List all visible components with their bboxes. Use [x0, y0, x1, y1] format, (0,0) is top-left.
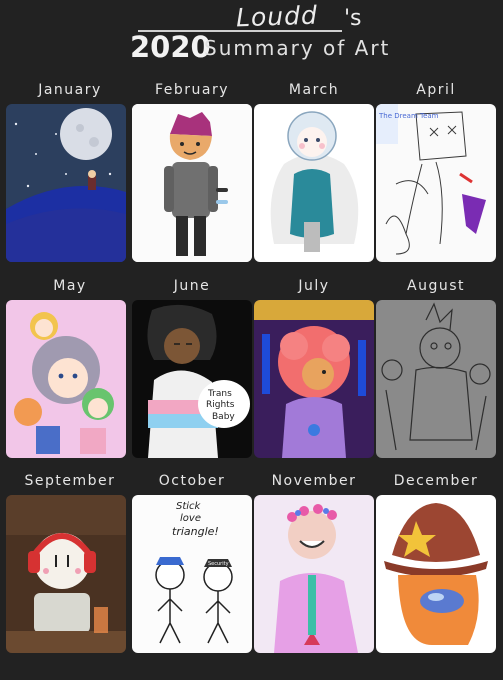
artwork-august	[376, 300, 496, 458]
artwork-february	[132, 104, 252, 262]
artwork-november	[254, 495, 374, 653]
month-label-september: September	[24, 473, 116, 489]
october-title-line3: triangle!	[172, 525, 219, 538]
june-bubble-line2: Rights	[206, 400, 235, 410]
month-label-may: May	[53, 278, 87, 294]
artwork-july	[254, 300, 374, 458]
artist-name: Loudd	[235, 0, 319, 33]
june-bubble-line3: Baby	[212, 412, 235, 422]
month-label-december: December	[393, 473, 479, 489]
month-label-march: March	[288, 82, 340, 98]
june-bubble-line1: Trans	[207, 389, 232, 399]
artwork-may	[6, 300, 126, 458]
month-label-april: April	[416, 82, 456, 98]
month-label-august: August	[407, 278, 465, 294]
october-title-line1: Stick	[176, 501, 202, 512]
october-cap-text: Security	[208, 561, 229, 567]
subtitle: Summary of Art	[204, 36, 391, 60]
artwork-september	[6, 495, 126, 653]
artwork-january	[6, 104, 126, 262]
artwork-march	[254, 104, 374, 262]
month-label-november: November	[271, 473, 357, 489]
artwork-december	[376, 495, 496, 653]
april-sign-text: The Dream Team	[378, 112, 439, 120]
month-label-july: July	[298, 278, 330, 294]
artwork-october: Stick love triangle! Security	[132, 495, 252, 653]
artist-possessive: 's	[344, 6, 362, 31]
artwork-june: Trans Rights Baby	[132, 300, 252, 458]
artwork-april: The Dream Team	[376, 104, 496, 262]
year-label: 2020	[130, 30, 211, 64]
month-label-february: February	[154, 82, 230, 98]
month-label-october: October	[158, 473, 226, 489]
month-label-june: June	[173, 278, 211, 294]
month-label-january: January	[38, 82, 102, 98]
october-title-line2: love	[180, 513, 201, 524]
title-header: Loudd 's 2020 Summary of Art	[0, 0, 503, 80]
